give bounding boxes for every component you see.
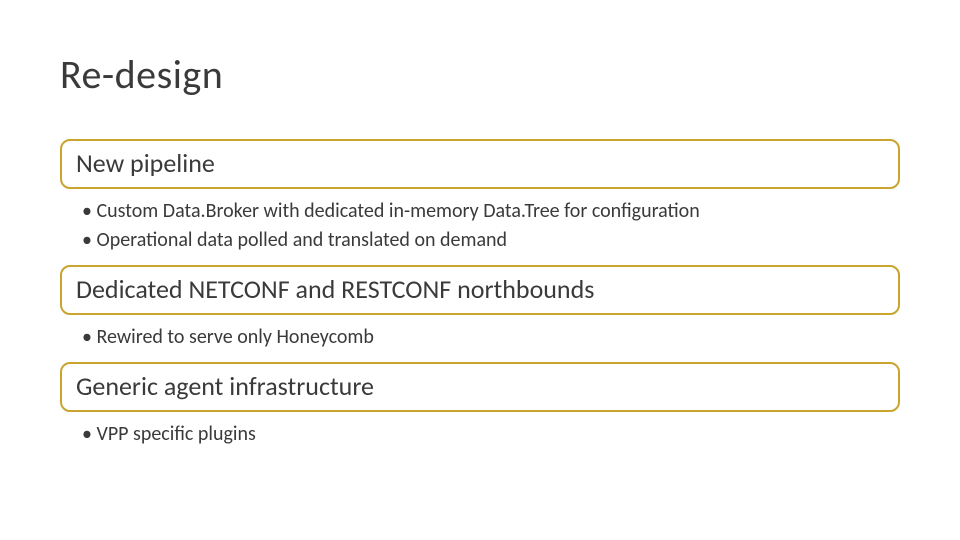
section-body-2: Rewired to serve only Honeycomb <box>60 321 900 362</box>
section-heading-3: Generic agent infrastructure <box>60 362 900 412</box>
section-heading-2: Dedicated NETCONF and RESTCONF northboun… <box>60 265 900 315</box>
section-body-3: VPP specific plugins <box>60 418 900 459</box>
slide-title: Re-design <box>60 50 900 99</box>
bullet-item: Custom Data.Broker with dedicated in-mem… <box>82 197 900 226</box>
section-heading-1: New pipeline <box>60 139 900 189</box>
bullet-item: Rewired to serve only Honeycomb <box>82 323 900 352</box>
section-body-1: Custom Data.Broker with dedicated in-mem… <box>60 195 900 265</box>
slide: Re-design New pipeline Custom Data.Broke… <box>0 0 960 540</box>
bullet-item: Operational data polled and translated o… <box>82 226 900 255</box>
bullet-item: VPP specific plugins <box>82 420 900 449</box>
